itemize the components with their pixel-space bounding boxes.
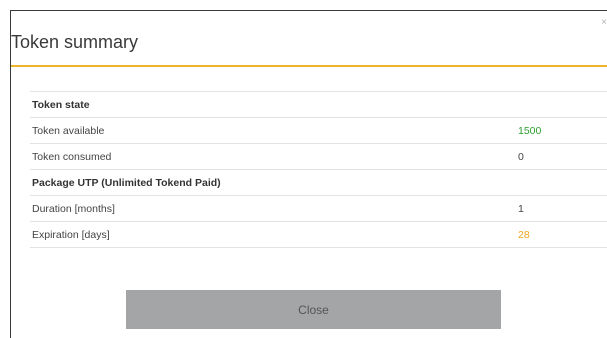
token-summary-dialog: Token summary × Token state Token availa… bbox=[10, 10, 607, 338]
dialog-header: Token summary bbox=[11, 11, 607, 67]
table-row-duration: Duration [months] 1 bbox=[30, 196, 607, 222]
token-consumed-value: 0 bbox=[518, 151, 524, 163]
token-available-value: 1500 bbox=[518, 125, 542, 137]
token-summary-table: Token state Token available 1500 Token c… bbox=[30, 91, 607, 248]
close-button[interactable]: Close bbox=[126, 290, 501, 329]
duration-value: 1 bbox=[518, 203, 524, 215]
section-heading-token-state: Token state bbox=[32, 99, 90, 111]
row-label-token-consumed: Token consumed bbox=[32, 151, 112, 163]
row-label-token-available: Token available bbox=[32, 125, 105, 137]
table-row-package: Package UTP (Unlimited Tokend Paid) bbox=[30, 170, 607, 196]
expiration-value: 28 bbox=[518, 229, 530, 241]
row-label-expiration: Expiration [days] bbox=[32, 229, 110, 241]
dialog-title: Token summary bbox=[11, 32, 139, 52]
table-row-expiration: Expiration [days] 28 bbox=[30, 222, 607, 248]
table-row-token-state: Token state bbox=[30, 92, 607, 118]
table-row-token-consumed: Token consumed 0 bbox=[30, 144, 607, 170]
table-row-token-available: Token available 1500 bbox=[30, 118, 607, 144]
row-label-duration: Duration [months] bbox=[32, 203, 115, 215]
section-heading-package: Package UTP (Unlimited Tokend Paid) bbox=[32, 177, 221, 189]
close-icon[interactable]: × bbox=[601, 18, 607, 28]
